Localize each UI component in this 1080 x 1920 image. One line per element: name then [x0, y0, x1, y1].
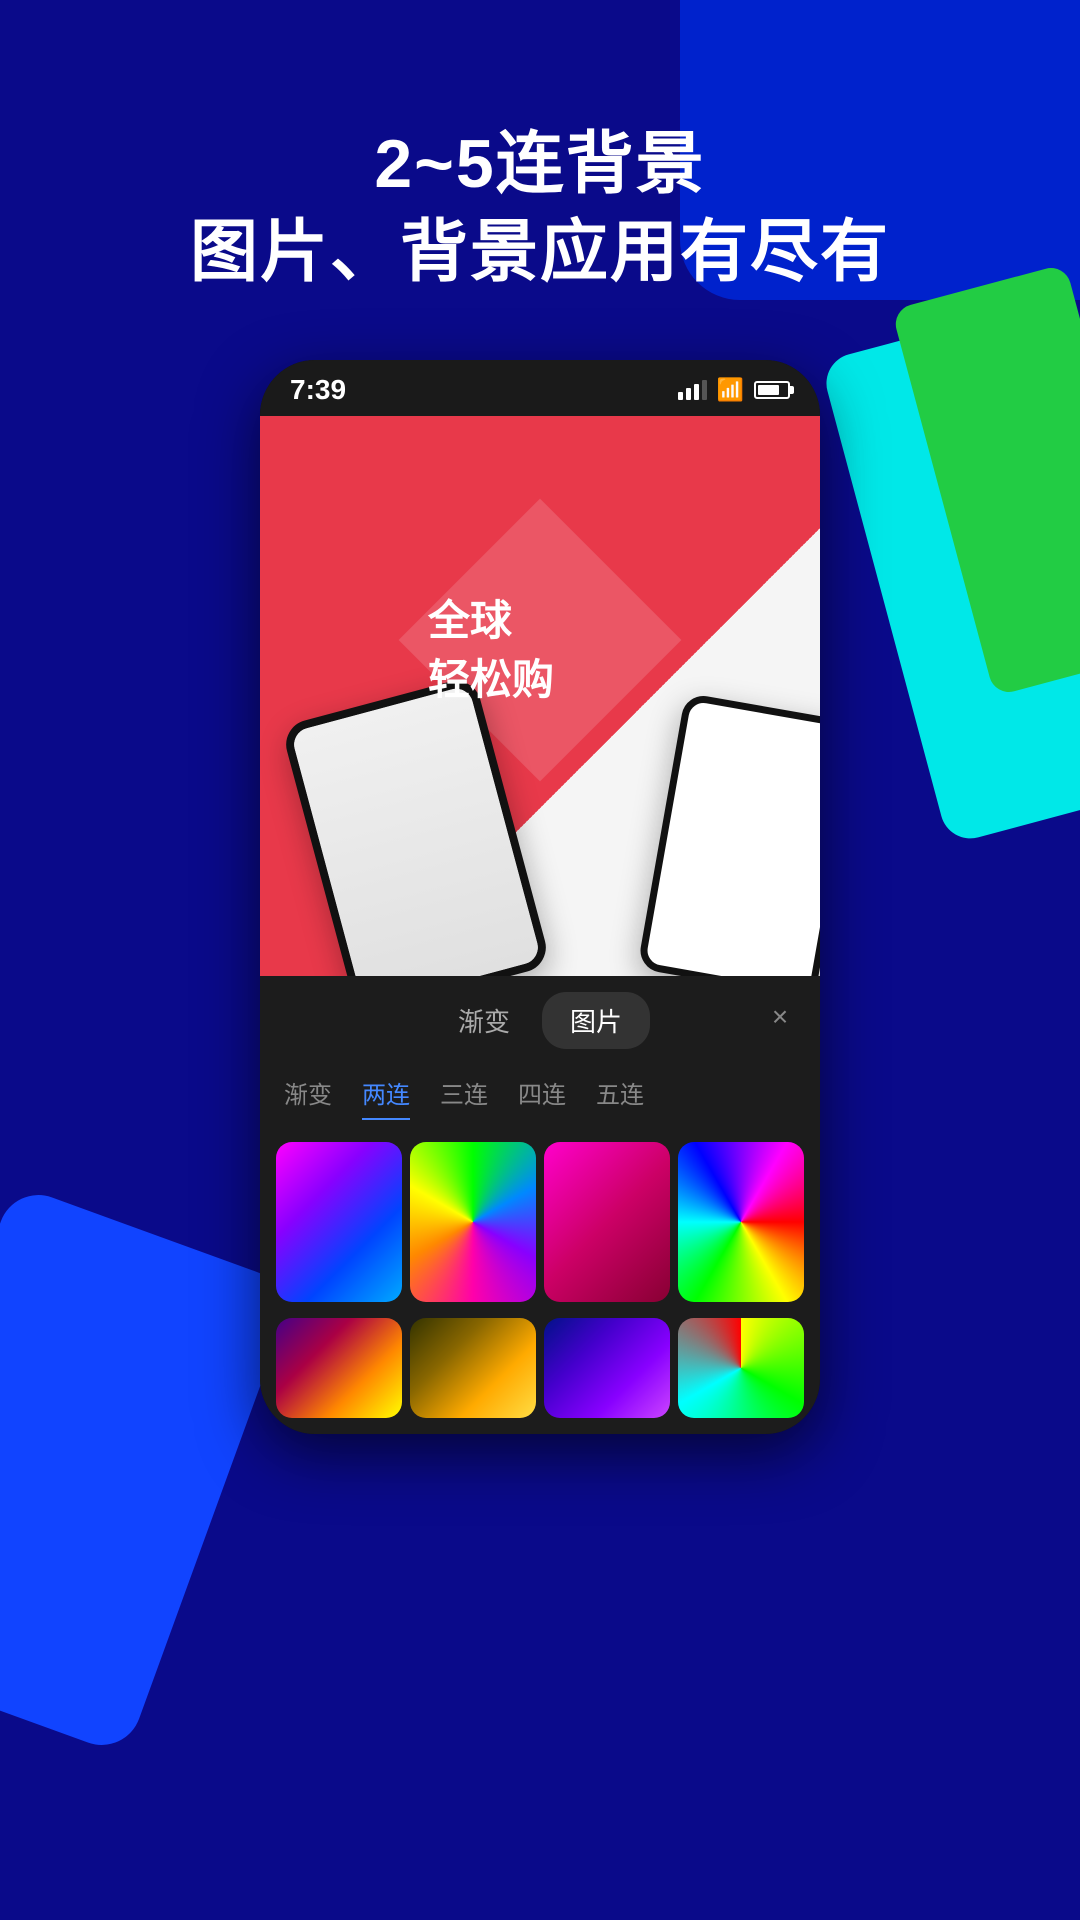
status-icons: 📶 — [678, 377, 790, 403]
phone-mockup: 7:39 📶 全球 轻松购 — [260, 360, 820, 1434]
gradient-grid-row1 — [260, 1130, 820, 1318]
signal-icon — [678, 380, 707, 400]
header-line1: 2~5连背景 图片、背景应用有尽有 — [0, 120, 1080, 297]
tab-bar: 渐变 图片 × — [260, 976, 820, 1057]
app-content-area: 全球 轻松购 — [260, 416, 820, 976]
battery-icon — [754, 381, 790, 399]
category-tab-four[interactable]: 四连 — [518, 1067, 566, 1120]
category-tab-bar: 渐变 两连 三连 四连 五连 — [260, 1057, 820, 1130]
tab-image[interactable]: 图片 — [542, 992, 650, 1049]
gradient-item-4[interactable] — [678, 1142, 804, 1302]
tab-gradient[interactable]: 渐变 — [430, 992, 538, 1049]
gradient-item-3[interactable] — [544, 1142, 670, 1302]
bg-shape-blue-left — [0, 1184, 296, 1756]
status-bar: 7:39 📶 — [260, 360, 820, 416]
product-image: 全球 轻松购 — [260, 416, 820, 976]
status-time: 7:39 — [290, 374, 346, 406]
gradient-item-2[interactable] — [410, 1142, 536, 1302]
inner-phone-2 — [637, 692, 820, 976]
category-tab-gradient[interactable]: 渐变 — [284, 1067, 332, 1120]
phone-frame: 7:39 📶 全球 轻松购 — [260, 360, 820, 1434]
gradient-item-7[interactable] — [544, 1318, 670, 1418]
bottom-panel: 渐变 图片 × 渐变 两连 三连 四连 五连 — [260, 976, 820, 1434]
category-tab-two[interactable]: 两连 — [362, 1067, 410, 1120]
wifi-icon: 📶 — [717, 377, 744, 403]
category-tab-three[interactable]: 三连 — [440, 1067, 488, 1120]
gradient-item-5[interactable] — [276, 1318, 402, 1418]
gradient-item-6[interactable] — [410, 1318, 536, 1418]
gradient-item-8[interactable] — [678, 1318, 804, 1418]
close-button[interactable]: × — [760, 997, 800, 1037]
header-line2: 图片、背景应用有尽有 — [190, 214, 890, 290]
category-tab-five[interactable]: 五连 — [596, 1067, 644, 1120]
gradient-item-1[interactable] — [276, 1142, 402, 1302]
header-section: 2~5连背景 图片、背景应用有尽有 — [0, 120, 1080, 297]
product-text: 全球 轻松购 — [428, 592, 554, 710]
gradient-grid-row2 — [260, 1318, 820, 1434]
